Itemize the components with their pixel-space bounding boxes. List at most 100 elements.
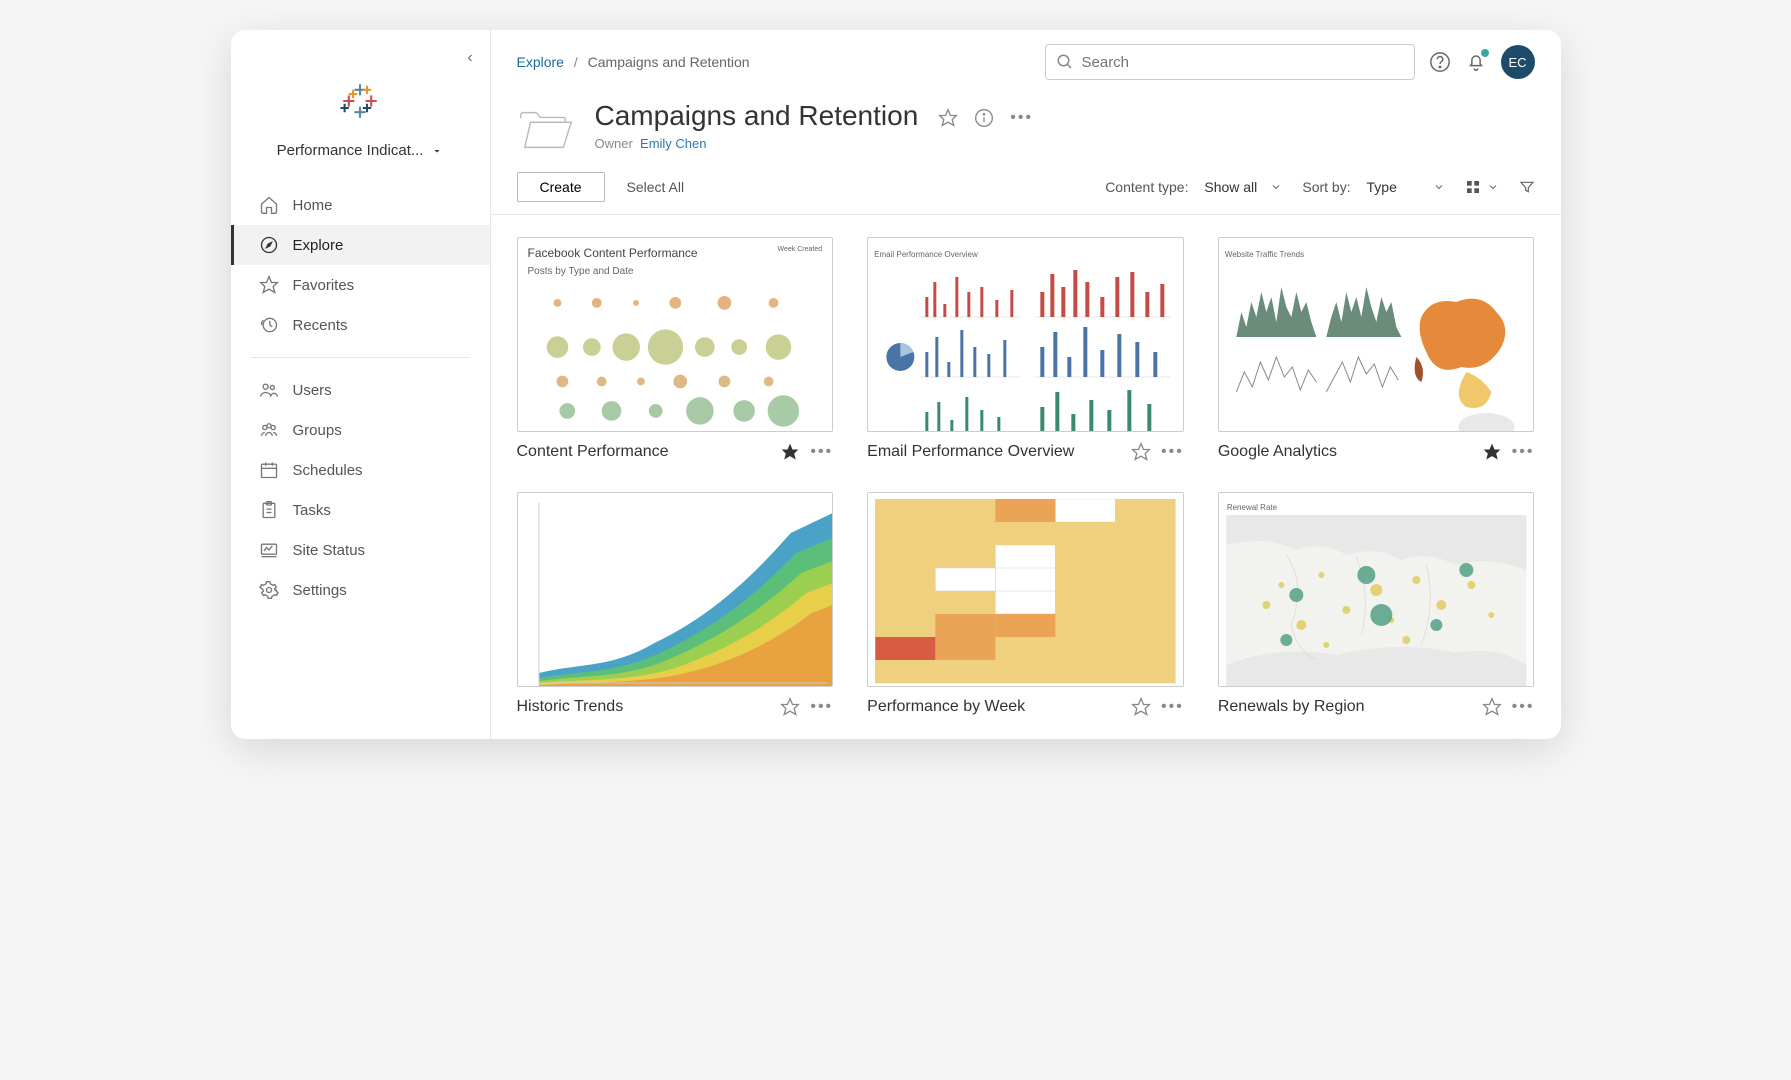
heatmap-preview — [874, 499, 1177, 684]
card-thumbnail[interactable]: Website Traffic Trends — [1218, 237, 1535, 432]
select-all-button[interactable]: Select All — [627, 179, 685, 195]
sidebar-item-groups[interactable]: Groups — [231, 410, 490, 450]
thumb-note: Week Created — [778, 246, 823, 260]
page-title: Campaigns and Retention — [595, 100, 919, 132]
card-title[interactable]: Content Performance — [517, 443, 771, 461]
search-box[interactable] — [1045, 44, 1415, 80]
sidebar-item-settings[interactable]: Settings — [231, 570, 490, 610]
caret-down-icon — [431, 145, 443, 157]
map-preview — [1223, 515, 1530, 687]
sidebar-item-label: Settings — [293, 582, 347, 599]
card-title[interactable]: Google Analytics — [1218, 443, 1472, 461]
create-button[interactable]: Create — [517, 172, 605, 202]
card-more-button[interactable]: ••• — [1161, 443, 1184, 461]
card-title[interactable]: Email Performance Overview — [867, 443, 1121, 461]
help-button[interactable] — [1429, 51, 1451, 73]
sort-value: Type — [1367, 179, 1427, 195]
favorite-toggle[interactable] — [938, 108, 958, 128]
home-icon — [259, 195, 279, 215]
favorite-toggle[interactable] — [1131, 697, 1151, 717]
sidebar-item-favorites[interactable]: Favorites — [231, 265, 490, 305]
card-thumbnail[interactable]: Renewal Rate — [1218, 492, 1535, 687]
card-title[interactable]: Renewals by Region — [1218, 698, 1472, 716]
main-content: Explore / Campaigns and Retention EC — [491, 30, 1561, 739]
status-icon — [259, 540, 279, 560]
favorite-toggle[interactable] — [1482, 697, 1502, 717]
sidebar-item-label: Users — [293, 382, 332, 399]
favorite-toggle[interactable] — [780, 442, 800, 462]
tableau-logo — [339, 80, 381, 122]
favorite-toggle[interactable] — [1482, 442, 1502, 462]
sidebar-item-label: Recents — [293, 317, 348, 334]
nav-secondary: Users Groups Schedules Tasks Site Status… — [231, 370, 490, 610]
sidebar-collapse-button[interactable] — [464, 52, 476, 64]
breadcrumb-separator: / — [574, 54, 578, 70]
sidebar-item-site-status[interactable]: Site Status — [231, 530, 490, 570]
chevron-down-icon — [1270, 181, 1282, 193]
card-thumbnail[interactable]: Email Performance Overview — [867, 237, 1184, 432]
calendar-icon — [259, 460, 279, 480]
card-more-button[interactable]: ••• — [1512, 443, 1535, 461]
owner-row: Owner Emily Chen — [595, 136, 919, 151]
chevron-left-icon — [464, 52, 476, 64]
thumb-title: Website Traffic Trends — [1225, 250, 1304, 259]
content-type-filter[interactable]: Content type: Show all — [1105, 179, 1282, 195]
star-filled-icon — [1482, 442, 1502, 462]
sidebar-item-users[interactable]: Users — [231, 370, 490, 410]
sidebar-item-label: Schedules — [293, 462, 363, 479]
card-thumbnail[interactable] — [517, 492, 834, 687]
title-actions: ••• — [938, 108, 1033, 128]
card-thumbnail[interactable] — [867, 492, 1184, 687]
sidebar-item-schedules[interactable]: Schedules — [231, 450, 490, 490]
search-input[interactable] — [1082, 54, 1404, 71]
site-selector-label: Performance Indicat... — [277, 142, 424, 159]
app-window: Performance Indicat... Home Explore Favo… — [231, 30, 1561, 739]
card-title[interactable]: Historic Trends — [517, 698, 771, 716]
view-mode-toggle[interactable] — [1465, 179, 1499, 195]
search-icon — [1056, 53, 1074, 71]
thumb-title: Email Performance Overview — [874, 250, 978, 259]
card-title[interactable]: Performance by Week — [867, 698, 1121, 716]
site-selector[interactable]: Performance Indicat... — [231, 136, 490, 185]
explore-icon — [259, 235, 279, 255]
sidebar-item-label: Explore — [293, 237, 344, 254]
users-icon — [259, 380, 279, 400]
sidebar-item-label: Favorites — [293, 277, 355, 294]
help-icon — [1429, 51, 1451, 73]
star-outline-icon — [1131, 442, 1151, 462]
card-google-analytics: Website Traffic Trends — [1218, 237, 1535, 462]
analytics-preview — [1225, 262, 1528, 432]
card-performance-by-week: Performance by Week ••• — [867, 492, 1184, 717]
favorite-toggle[interactable] — [1131, 442, 1151, 462]
sidebar-item-home[interactable]: Home — [231, 185, 490, 225]
notifications-button[interactable] — [1465, 51, 1487, 73]
filter-button[interactable] — [1519, 179, 1535, 195]
user-avatar[interactable]: EC — [1501, 45, 1535, 79]
breadcrumb: Explore / Campaigns and Retention — [517, 54, 750, 70]
thumb-title: Renewal Rate — [1223, 503, 1277, 512]
card-more-button[interactable]: ••• — [810, 443, 833, 461]
sidebar-item-explore[interactable]: Explore — [231, 225, 490, 265]
notification-dot — [1481, 49, 1489, 57]
sort-by-selector[interactable]: Sort by: Type — [1302, 179, 1444, 195]
sidebar-item-recents[interactable]: Recents — [231, 305, 490, 345]
card-thumbnail[interactable]: Facebook Content Performance Week Create… — [517, 237, 834, 432]
thumb-title: Facebook Content Performance — [528, 246, 698, 260]
info-button[interactable] — [974, 108, 994, 128]
more-actions-button[interactable]: ••• — [1010, 109, 1033, 127]
card-more-button[interactable]: ••• — [1512, 698, 1535, 716]
owner-link[interactable]: Emily Chen — [640, 136, 706, 151]
bubble-chart-preview — [528, 277, 823, 427]
groups-icon — [259, 420, 279, 440]
card-more-button[interactable]: ••• — [1161, 698, 1184, 716]
breadcrumb-root[interactable]: Explore — [517, 54, 564, 70]
sidebar-item-label: Site Status — [293, 542, 366, 559]
topbar: Explore / Campaigns and Retention EC — [491, 30, 1561, 80]
favorite-toggle[interactable] — [780, 697, 800, 717]
star-outline-icon — [1131, 697, 1151, 717]
clipboard-icon — [259, 500, 279, 520]
card-renewals-by-region: Renewal Rate — [1218, 492, 1535, 717]
card-more-button[interactable]: ••• — [810, 698, 833, 716]
sidebar-item-tasks[interactable]: Tasks — [231, 490, 490, 530]
page-header: Campaigns and Retention Owner Emily Chen… — [491, 80, 1561, 168]
